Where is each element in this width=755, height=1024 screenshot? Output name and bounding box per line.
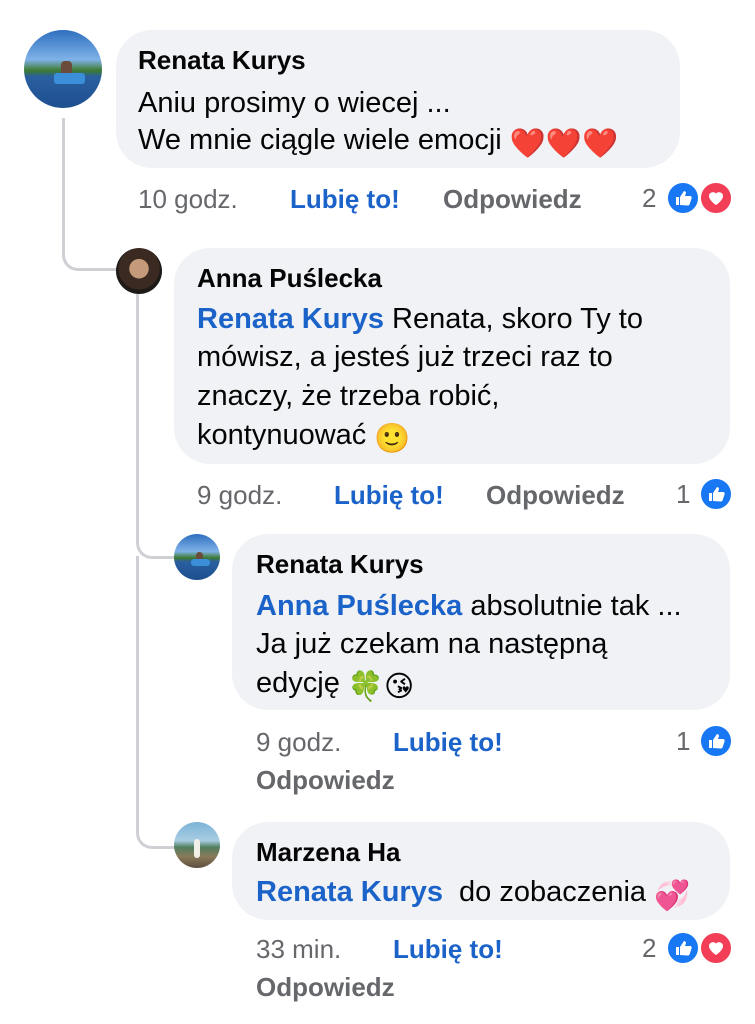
comment-text-line: kontynuować 🙂 bbox=[197, 415, 410, 459]
reply-button[interactable]: Odpowiedz bbox=[443, 184, 582, 215]
like-button[interactable]: Lubię to! bbox=[290, 184, 400, 215]
reaction-count[interactable]: 1 bbox=[676, 726, 690, 757]
comment-text-line: mówisz, a jesteś już trzeci raz to bbox=[197, 341, 613, 373]
like-icon[interactable] bbox=[699, 477, 733, 511]
hearts-emoji-icon: 💞 bbox=[654, 880, 691, 912]
comment-author[interactable]: Renata Kurys bbox=[138, 45, 306, 76]
like-icon[interactable] bbox=[666, 181, 700, 215]
mention-link[interactable]: Renata Kurys bbox=[197, 303, 384, 335]
reply-button[interactable]: Odpowiedz bbox=[256, 972, 395, 1003]
comment-author[interactable]: Renata Kurys bbox=[256, 549, 424, 580]
comment-text: kontynuować bbox=[197, 419, 367, 451]
comment-text: Renata, skoro Ty to bbox=[392, 303, 643, 335]
reply-button[interactable]: Odpowiedz bbox=[486, 480, 625, 511]
love-icon[interactable] bbox=[699, 181, 733, 215]
like-button[interactable]: Lubię to! bbox=[393, 934, 503, 965]
comment-text-line: We mnie ciągle wiele emocji ❤️❤️❤️ bbox=[138, 120, 618, 164]
comment-text-line: edycję 🍀😘 bbox=[256, 663, 414, 707]
comment-timestamp[interactable]: 9 godz. bbox=[197, 480, 282, 511]
comment-timestamp[interactable]: 10 godz. bbox=[138, 184, 238, 215]
reaction-count[interactable]: 1 bbox=[676, 479, 690, 510]
like-icon[interactable] bbox=[699, 724, 733, 758]
clover-kiss-emoji-icon: 🍀😘 bbox=[347, 671, 415, 703]
avatar[interactable] bbox=[24, 30, 102, 108]
comment-text: do zobaczenia bbox=[459, 876, 647, 908]
avatar[interactable] bbox=[174, 822, 220, 868]
comment-author[interactable]: Marzena Ha bbox=[256, 837, 401, 868]
reply-button[interactable]: Odpowiedz bbox=[256, 765, 395, 796]
like-button[interactable]: Lubię to! bbox=[334, 480, 444, 511]
comment-text-line: Renata Kurys do zobaczenia 💞 bbox=[256, 872, 690, 916]
heart-emoji-icon: ❤️❤️❤️ bbox=[509, 128, 619, 160]
comment-timestamp[interactable]: 9 godz. bbox=[256, 727, 341, 758]
comment-text-line: Ja już czekam na następną bbox=[256, 628, 608, 660]
comment-text-line: Aniu prosimy o wiecej ... bbox=[138, 87, 451, 119]
like-icon[interactable] bbox=[666, 931, 700, 965]
avatar[interactable] bbox=[174, 534, 220, 580]
comment-author[interactable]: Anna Puślecka bbox=[197, 263, 382, 294]
like-button[interactable]: Lubię to! bbox=[393, 727, 503, 758]
love-icon[interactable] bbox=[699, 931, 733, 965]
thread-line-3 bbox=[136, 556, 177, 849]
thread-line-2 bbox=[136, 294, 177, 559]
comment-text-line: Renata Kurys Renata, skoro Ty to bbox=[197, 299, 643, 339]
smile-emoji-icon: 🙂 bbox=[374, 423, 411, 455]
comment-text: edycję bbox=[256, 667, 340, 699]
comment-text: absolutnie tak ... bbox=[470, 590, 682, 622]
reaction-count[interactable]: 2 bbox=[642, 933, 656, 964]
comment-text: We mnie ciągle wiele emocji bbox=[138, 124, 502, 156]
thread-line-1 bbox=[62, 118, 119, 271]
comment-text-line: Anna Puślecka absolutnie tak ... bbox=[256, 586, 682, 626]
reaction-count[interactable]: 2 bbox=[642, 183, 656, 214]
mention-link[interactable]: Anna Puślecka bbox=[256, 590, 462, 622]
mention-link[interactable]: Renata Kurys bbox=[256, 876, 443, 908]
avatar[interactable] bbox=[116, 248, 162, 294]
comment-text-line: znaczy, że trzeba robić, bbox=[197, 380, 500, 412]
comment-timestamp[interactable]: 33 min. bbox=[256, 934, 341, 965]
